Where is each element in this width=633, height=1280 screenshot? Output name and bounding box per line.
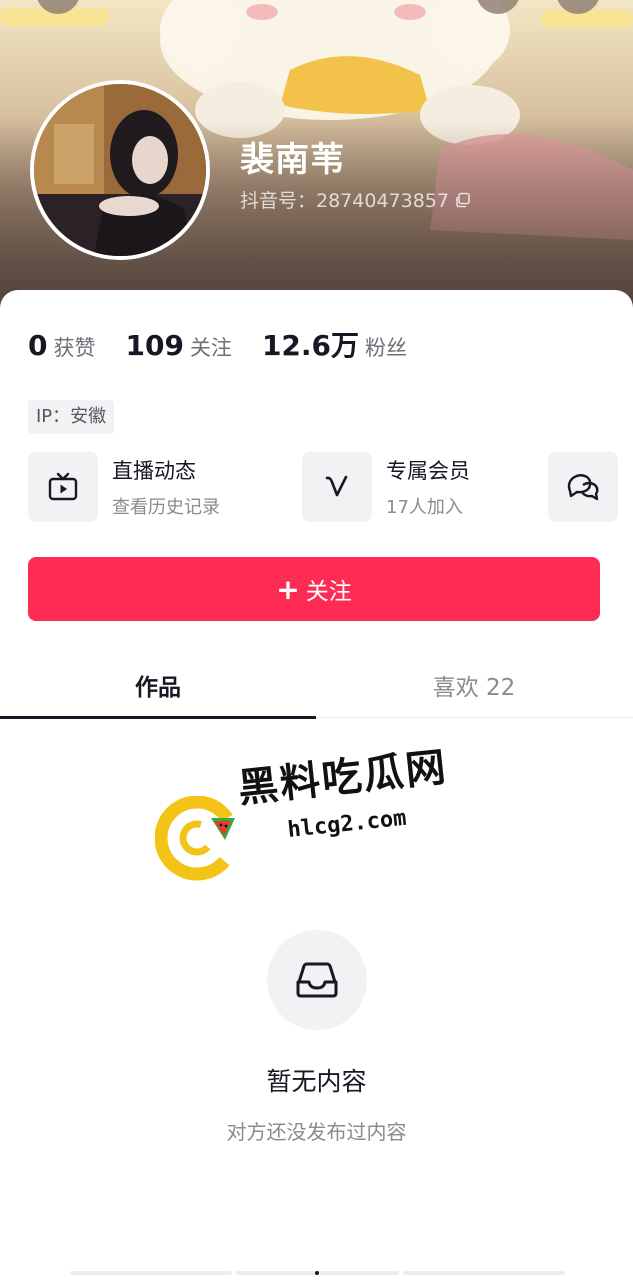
v-badge-icon bbox=[325, 475, 348, 497]
stat-likes-label: 获赞 bbox=[53, 336, 96, 360]
stat-following[interactable]: 109 关注 bbox=[125, 329, 231, 362]
chat-bubbles-icon bbox=[567, 474, 599, 501]
avatar-photo bbox=[34, 84, 206, 256]
profile-nickname: 裴南苇 bbox=[240, 140, 345, 180]
watermark-logo-icon bbox=[155, 796, 240, 881]
empty-state-subtitle: 对方还没发布过内容 bbox=[226, 1120, 407, 1144]
watermark-title: 黑料吃瓜网 bbox=[235, 744, 450, 813]
stat-likes[interactable]: 0 获赞 bbox=[28, 329, 95, 362]
feature-membership-text: 专属会员 17人加入 bbox=[386, 455, 470, 519]
plus-icon: + bbox=[276, 572, 300, 606]
feature-live-title: 直播动态 bbox=[112, 459, 196, 483]
follow-button[interactable]: + 关注 bbox=[28, 557, 600, 621]
tab-works[interactable]: 作品 bbox=[0, 652, 316, 719]
douyin-id-text: 抖音号：28740473857 bbox=[240, 190, 449, 212]
stat-following-label: 关注 bbox=[189, 336, 232, 360]
ip-location-tag: IP：安徽 bbox=[28, 400, 115, 434]
profile-card: 0 获赞 109 关注 12.6万 粉丝 IP：安徽 直播动态 查看历史记录 专… bbox=[0, 290, 633, 1280]
stat-followers-label: 粉丝 bbox=[365, 336, 408, 360]
home-indicator-segment bbox=[402, 1271, 565, 1275]
tv-icon bbox=[48, 472, 78, 501]
watermark: 黑料吃瓜网 hlcg2.com bbox=[155, 744, 465, 882]
empty-state-icon-box bbox=[267, 930, 367, 1030]
profile-banner: 裴南苇 抖音号：28740473857 bbox=[0, 0, 633, 310]
douyin-id-row[interactable]: 抖音号：28740473857 bbox=[240, 186, 471, 213]
tab-likes[interactable]: 喜欢 22 bbox=[316, 652, 632, 718]
feature-membership-subtitle: 17人加入 bbox=[386, 497, 463, 518]
content-tabs: 作品 喜欢 22 bbox=[0, 652, 633, 719]
feature-chat-icon-box bbox=[548, 452, 618, 522]
feature-live-history[interactable]: 直播动态 查看历史记录 bbox=[28, 452, 220, 522]
inbox-tray-icon bbox=[296, 962, 338, 998]
home-indicator-segment bbox=[70, 1271, 233, 1275]
feature-membership-title: 专属会员 bbox=[386, 459, 470, 483]
profile-stats: 0 获赞 109 关注 12.6万 粉丝 bbox=[28, 324, 437, 364]
feature-live-subtitle: 查看历史记录 bbox=[112, 497, 220, 518]
stat-followers-count: 12.6万 bbox=[261, 329, 360, 362]
home-indicator-dot bbox=[315, 1271, 319, 1275]
watermark-url: hlcg2.com bbox=[286, 805, 408, 843]
avatar[interactable] bbox=[30, 80, 210, 260]
feature-live-text: 直播动态 查看历史记录 bbox=[112, 455, 220, 519]
feature-live-icon-box bbox=[28, 452, 98, 522]
empty-state-title: 暂无内容 bbox=[266, 1067, 367, 1096]
stat-followers[interactable]: 12.6万 粉丝 bbox=[262, 324, 407, 364]
stat-likes-count: 0 bbox=[28, 329, 48, 362]
feature-group-chat[interactable] bbox=[548, 452, 618, 522]
feature-membership-icon-box bbox=[302, 452, 372, 522]
stat-following-count: 109 bbox=[125, 329, 184, 362]
copy-icon[interactable] bbox=[455, 192, 471, 208]
follow-button-label: 关注 bbox=[305, 579, 352, 605]
feature-membership[interactable]: 专属会员 17人加入 bbox=[302, 452, 470, 522]
